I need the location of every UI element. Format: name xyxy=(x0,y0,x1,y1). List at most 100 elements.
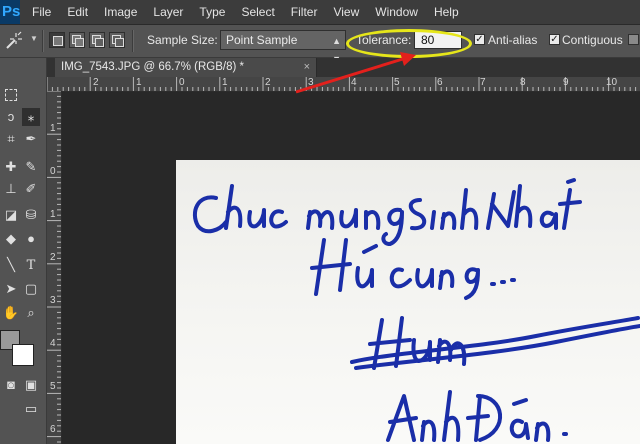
document-tab[interactable]: IMG_7543.JPG @ 66.7% (RGB/8) * × xyxy=(55,58,317,77)
magic-wand-tool[interactable]: ⁎ xyxy=(22,108,40,126)
separator xyxy=(132,30,134,52)
pen-icon: ╲ xyxy=(7,257,15,272)
ruler-label: 6 xyxy=(437,77,443,88)
document-tab-bar: IMG_7543.JPG @ 66.7% (RGB/8) * × xyxy=(47,58,640,77)
menu-layer[interactable]: Layer xyxy=(145,0,191,24)
new-selection-button[interactable] xyxy=(49,32,65,48)
ruler-label: 4 xyxy=(50,338,56,349)
type-tool[interactable]: T xyxy=(22,256,40,274)
ruler-label: 2 xyxy=(50,252,56,263)
stamp-icon: ⊥ xyxy=(5,181,17,196)
menu-help[interactable]: Help xyxy=(426,0,467,24)
quick-mask-icon: ◙ xyxy=(7,377,15,392)
intersect-selection-button[interactable] xyxy=(109,32,125,48)
anti-alias-label: Anti-alias xyxy=(488,33,538,47)
crop-tool[interactable]: ⌗ xyxy=(2,130,20,148)
paint-bucket-icon: ⛁ xyxy=(25,207,37,222)
menu-filter[interactable]: Filter xyxy=(283,0,326,24)
sample-all-layers-checkbox[interactable] xyxy=(628,34,639,45)
extra-tool[interactable]: ▭ xyxy=(22,400,40,418)
pen-tool[interactable]: ╲ xyxy=(2,256,20,274)
menu-edit[interactable]: Edit xyxy=(59,0,96,24)
menu-file[interactable]: File xyxy=(24,0,59,24)
contiguous-checkbox[interactable]: ✓ xyxy=(549,34,560,45)
add-selection-icon-part xyxy=(75,38,84,47)
marquee-tool[interactable] xyxy=(2,88,20,106)
screen-mode-icon: ▣ xyxy=(24,377,38,392)
dodge-tool[interactable]: ● xyxy=(22,230,40,248)
menu-view[interactable]: View xyxy=(325,0,367,24)
ruler-label: 7 xyxy=(480,77,486,88)
ruler-label: 5 xyxy=(394,77,400,88)
menu-bar: Ps File Edit Image Layer Type Select Fil… xyxy=(0,0,640,25)
menu-image[interactable]: Image xyxy=(96,0,145,24)
dodge-icon: ● xyxy=(27,231,35,246)
shape-tool[interactable]: ▢ xyxy=(22,280,40,298)
sample-size-value: Point Sample xyxy=(226,33,298,47)
ruler-label: 8 xyxy=(520,77,526,88)
screen-mode-button[interactable]: ▣ xyxy=(22,376,40,394)
ruler-label: 2 xyxy=(93,77,99,88)
ruler-label: 0 xyxy=(179,77,185,88)
hand-icon: ✋ xyxy=(2,305,20,320)
subtract-from-selection-button[interactable] xyxy=(89,32,105,48)
new-selection-icon xyxy=(53,36,63,46)
close-icon[interactable]: × xyxy=(304,58,310,77)
menu-type[interactable]: Type xyxy=(191,0,233,24)
vertical-ruler[interactable]: 1 0 1 2 3 4 5 6 xyxy=(47,91,62,444)
zoom-icon: ⌕ xyxy=(27,305,35,320)
history-brush-icon: ✐ xyxy=(25,181,37,196)
document-image[interactable] xyxy=(176,160,640,444)
ruler-label: 5 xyxy=(50,381,56,392)
path-select-tool[interactable]: ➤ xyxy=(2,280,20,298)
blur-icon: ◆ xyxy=(6,231,16,246)
chevron-down-icon: ▼ xyxy=(30,34,38,43)
separator xyxy=(42,30,44,52)
marquee-icon xyxy=(5,89,17,101)
lasso-icon: ↄ xyxy=(7,109,15,124)
tools-panel: ⁎ ↄ ⌗ ✒ ✚ ✎ ⊥ ✐ ◪ ⛁ ◆ ● ╲ T ➤ ▢ ✋ ⌕ ◙ ▣ … xyxy=(0,58,47,444)
tool-preset-picker[interactable]: ▼ xyxy=(4,31,38,51)
path-select-icon: ➤ xyxy=(5,281,17,296)
menu-select[interactable]: Select xyxy=(233,0,282,24)
shape-icon: ▢ xyxy=(24,281,38,296)
ruler-label: 6 xyxy=(50,424,56,435)
sample-size-label: Sample Size: xyxy=(147,33,218,47)
blur-tool[interactable]: ◆ xyxy=(2,230,20,248)
history-brush-tool[interactable]: ✐ xyxy=(22,180,40,198)
add-to-selection-button[interactable] xyxy=(69,32,85,48)
horizontal-ruler[interactable]: 2 1 0 1 2 3 4 5 6 7 8 9 10 xyxy=(47,77,640,92)
zoom-tool[interactable]: ⌕ xyxy=(22,304,40,322)
photoshop-logo: Ps xyxy=(0,0,20,24)
ruler-label: 0 xyxy=(50,166,56,177)
anti-alias-checkbox[interactable]: ✓ xyxy=(474,34,485,45)
type-icon: T xyxy=(26,258,36,273)
stamp-tool[interactable]: ⊥ xyxy=(2,180,20,198)
healing-tool[interactable]: ✚ xyxy=(2,158,20,176)
ruler-label: 1 xyxy=(222,77,228,88)
subtract-selection-icon-part xyxy=(95,38,104,47)
magic-wand-icon xyxy=(6,31,22,49)
ruler-label: 2 xyxy=(265,77,271,88)
ruler-label: 1 xyxy=(136,77,142,88)
eraser-tool[interactable]: ◪ xyxy=(2,206,20,224)
ruler-label: 9 xyxy=(563,77,569,88)
menu-window[interactable]: Window xyxy=(367,0,426,24)
tolerance-highlight-ellipse xyxy=(346,29,472,58)
ruler-icon: ▭ xyxy=(24,401,38,416)
menu-items: File Edit Image Layer Type Select Filter… xyxy=(24,0,467,24)
sample-size-select[interactable]: Point Sample ▲▼ xyxy=(220,30,346,64)
paint-bucket-tool[interactable]: ⛁ xyxy=(22,206,40,224)
ruler-label: 3 xyxy=(308,77,314,88)
brush-tool[interactable]: ✎ xyxy=(22,158,40,176)
options-bar: ▼ Sample Size: Point Sample ▲▼ Tolerance… xyxy=(0,25,640,64)
ruler-label: 1 xyxy=(50,123,56,134)
lasso-tool[interactable]: ↄ xyxy=(2,108,20,126)
hand-tool[interactable]: ✋ xyxy=(2,304,20,322)
quick-mask-button[interactable]: ◙ xyxy=(2,376,20,394)
eyedropper-tool[interactable]: ✒ xyxy=(22,130,40,148)
magic-wand-icon: ⁎ xyxy=(27,109,35,124)
healing-icon: ✚ xyxy=(5,159,17,174)
background-color-swatch[interactable] xyxy=(12,344,34,366)
document-tab-title: IMG_7543.JPG @ 66.7% (RGB/8) * xyxy=(61,61,244,73)
